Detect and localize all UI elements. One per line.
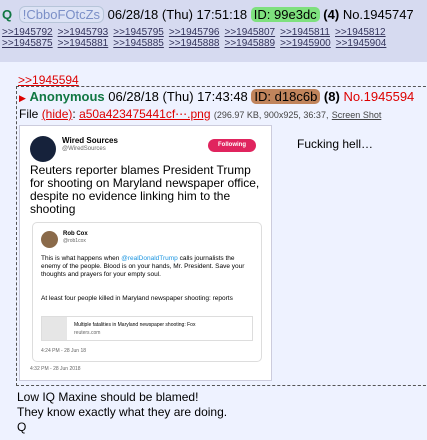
- expand-arrow-icon[interactable]: ▶: [19, 93, 26, 103]
- following-button: Following: [208, 139, 256, 152]
- top-post: Q !CbboFOtcZs 06/28/18 (Thu) 17:51:18 ID…: [0, 0, 427, 62]
- link-card-image: [42, 317, 67, 340]
- quote-link[interactable]: >>1945594: [18, 73, 79, 87]
- link-card-title: Multiple fatalities in Maryland newspape…: [74, 322, 196, 328]
- backlink[interactable]: >>1945792: [2, 27, 53, 38]
- reply-datetime: 06/28/18 (Thu) 17:43:48: [108, 89, 248, 104]
- backlink[interactable]: >>1945807: [225, 27, 276, 38]
- backlink[interactable]: >>1945904: [336, 38, 387, 49]
- hide-link[interactable]: (hide): [42, 107, 73, 121]
- post-message: Low IQ Maxine should be blamed! They kno…: [17, 390, 227, 435]
- avatar: [30, 136, 56, 162]
- quoted-tweet: Rob Cox @rob1cox This is what happens wh…: [32, 222, 262, 362]
- avatar: [41, 231, 58, 248]
- backlink[interactable]: >>1945875: [2, 38, 53, 49]
- backlink[interactable]: >>1945900: [280, 38, 331, 49]
- message-line: Low IQ Maxine should be blamed!: [17, 390, 199, 404]
- tweet-text: Reuters reporter blames President Trump …: [30, 163, 260, 216]
- quoted-tweet-text-2: At least four people killed in Maryland …: [41, 295, 233, 302]
- post-datetime: 06/28/18 (Thu) 17:51:18: [107, 7, 248, 22]
- reply-count: (4): [323, 7, 340, 22]
- mention: @realDonaldTrump: [121, 255, 178, 262]
- tweet-author-name: Wired Sources: [62, 136, 118, 145]
- file-name-link[interactable]: a50a423475441cf⋯.png: [79, 107, 210, 121]
- tweet-author-handle: @WiredSources: [62, 146, 106, 152]
- reply-poster-name: Anonymous: [29, 89, 105, 104]
- screen-shot-link[interactable]: Screen Shot: [332, 110, 382, 120]
- backlink[interactable]: >>1945889: [225, 38, 276, 49]
- reply-header: ▶ Anonymous 06/28/18 (Thu) 17:43:48 ID: …: [19, 89, 414, 106]
- reply-message: Fucking hell…: [297, 137, 374, 151]
- quoted-tweet-text: This is what happens when @realDonaldTru…: [41, 255, 245, 278]
- backlink[interactable]: >>1945812: [335, 27, 386, 38]
- backlink[interactable]: >>1945888: [169, 38, 220, 49]
- backlink[interactable]: >>1945881: [58, 38, 109, 49]
- tweet-time: 4:32 PM - 28 Jun 2018: [30, 366, 81, 372]
- poster-id[interactable]: ID: 99e3dc: [250, 7, 320, 22]
- backlink[interactable]: >>1945796: [169, 27, 220, 38]
- quoted-author-name: Rob Cox: [63, 231, 88, 237]
- backlinks: >>1945792 >>1945793 >>1945795 >>1945796 >>19…: [2, 27, 427, 49]
- tripcode[interactable]: !CbboFOtcZs: [18, 6, 105, 23]
- message-line: They know exactly what they are doing.: [17, 405, 228, 419]
- post-number[interactable]: No.1945747: [343, 7, 414, 22]
- backlink[interactable]: >>1945793: [58, 27, 109, 38]
- backlink[interactable]: >>1945811: [280, 27, 330, 38]
- file-meta: (296.97 KB, 900x925, 36:37,: [213, 110, 329, 120]
- backlink[interactable]: >>1945885: [113, 38, 164, 49]
- post-header: Q !CbboFOtcZs 06/28/18 (Thu) 17:51:18 ID…: [2, 6, 414, 23]
- reply-post-number[interactable]: No.1945594: [343, 89, 414, 104]
- backlink[interactable]: >>1945795: [113, 27, 164, 38]
- quoted-author-handle: @rob1cox: [63, 238, 86, 244]
- link-card-domain: reuters.com: [74, 330, 101, 336]
- link-card: Multiple fatalities in Maryland newspape…: [41, 316, 253, 341]
- quoted-reply: ▶ Anonymous 06/28/18 (Thu) 17:43:48 ID: …: [16, 86, 427, 386]
- poster-name: Q: [2, 7, 13, 22]
- reply-count: (8): [323, 89, 340, 104]
- attached-image[interactable]: Wired Sources @WiredSources Following Re…: [19, 125, 272, 381]
- reply-poster-id[interactable]: ID: d18c6b: [251, 89, 321, 104]
- signature: Q: [17, 420, 27, 434]
- quoted-tweet-time: 4:24 PM - 28 Jun 18: [41, 348, 87, 354]
- file-info: File (hide): a50a423475441cf⋯.png (296.9…: [19, 107, 382, 121]
- file-label: File: [19, 107, 39, 121]
